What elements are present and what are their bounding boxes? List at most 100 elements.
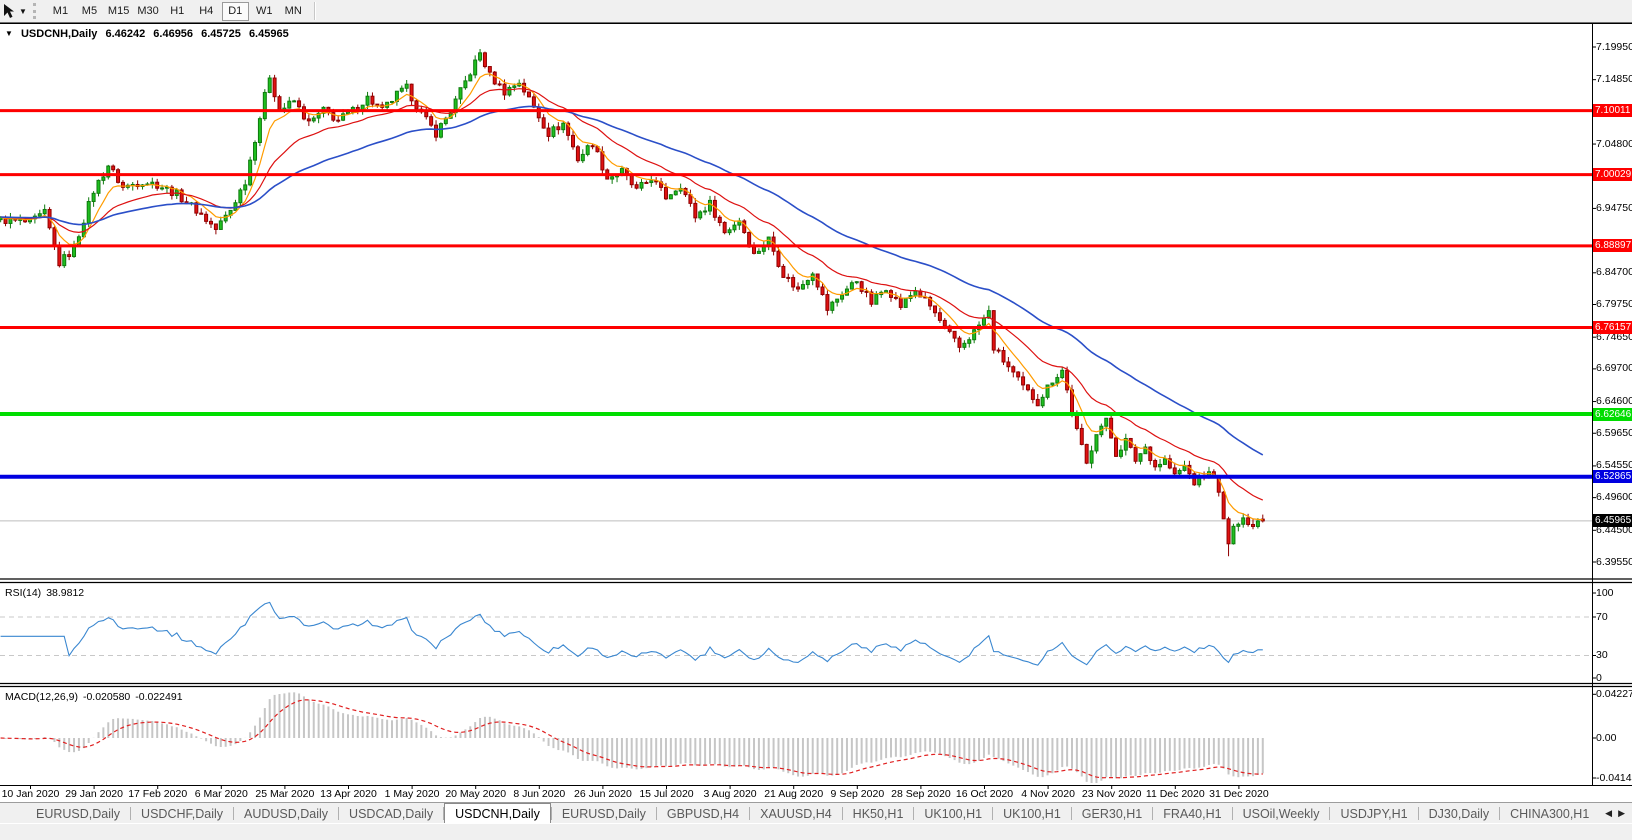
candle-body <box>753 247 756 253</box>
candle-body <box>439 124 442 138</box>
candle-body <box>650 181 653 183</box>
candle-body <box>1105 418 1108 426</box>
candle-body <box>865 291 868 292</box>
tab-eurusd-daily[interactable]: EURUSD,Daily <box>552 804 656 823</box>
chart-tab-bar: EURUSD,DailyUSDCHF,DailyAUDUSD,DailyUSDC… <box>0 802 1632 823</box>
candle-body <box>312 118 315 121</box>
candle-body <box>885 291 888 293</box>
candle-body <box>513 86 516 88</box>
chart-symbol: USDCNH,Daily <box>21 28 97 40</box>
tab-eurusd-daily[interactable]: EURUSD,Daily <box>26 804 130 823</box>
candle-body <box>572 135 575 146</box>
candle-body <box>302 107 305 119</box>
candle-body <box>850 283 853 289</box>
chart-graphics[interactable] <box>0 0 1632 840</box>
tab-ger30-h1[interactable]: GER30,H1 <box>1072 804 1152 823</box>
candle-body <box>1139 454 1142 462</box>
candle-body <box>527 92 530 97</box>
candle-body <box>1154 461 1157 467</box>
candle-body <box>787 277 790 278</box>
candle-body <box>1178 470 1181 473</box>
candle-body <box>1115 438 1118 456</box>
candle-body <box>210 221 213 224</box>
horizontal-lines-layer[interactable] <box>0 111 1592 477</box>
candle-body <box>943 320 946 326</box>
candle-body <box>400 88 403 91</box>
tab-china300-h1[interactable]: CHINA300,H1 <box>1500 804 1599 823</box>
candle-body <box>151 182 154 184</box>
candle-body <box>479 53 482 60</box>
tab-usdchf-daily[interactable]: USDCHF,Daily <box>131 804 233 823</box>
tab-usdcnh-daily[interactable]: USDCNH,Daily <box>444 803 551 823</box>
candle-body <box>733 225 736 230</box>
candle-body <box>1036 399 1039 405</box>
candle-body <box>542 118 545 128</box>
candle-body <box>488 67 491 73</box>
tab-xauusd-h4[interactable]: XAUUSD,H4 <box>750 804 842 823</box>
candle-body <box>239 190 242 203</box>
candle-body <box>273 78 276 97</box>
candle-body <box>782 266 785 277</box>
candle-body <box>214 224 217 229</box>
candle-body <box>43 209 46 213</box>
candle-body <box>1159 464 1162 466</box>
tab-scroll-buttons: ◀ ▶ <box>1596 803 1632 823</box>
candle-body <box>435 125 438 137</box>
candle-body <box>552 127 555 137</box>
candle-body <box>630 175 633 184</box>
candle-body <box>982 318 985 325</box>
candle-body <box>38 214 41 216</box>
symbol-collapse-icon[interactable]: ▼ <box>5 29 13 38</box>
tab-hk50-h1[interactable]: HK50,H1 <box>843 804 914 823</box>
candle-body <box>1222 492 1225 519</box>
tab-usdcad-daily[interactable]: USDCAD,Daily <box>339 804 443 823</box>
candle-body <box>914 291 917 296</box>
candle-body <box>611 177 614 179</box>
tab-audusd-daily[interactable]: AUDUSD,Daily <box>234 804 338 823</box>
candle-body <box>713 200 716 217</box>
candle-body <box>669 195 672 199</box>
candle-body <box>797 287 800 289</box>
candle-body <box>640 182 643 188</box>
tab-dj30-daily[interactable]: DJ30,Daily <box>1419 804 1499 823</box>
candle-body <box>278 97 281 112</box>
tab-usdjpy-h1[interactable]: USDJPY,H1 <box>1330 804 1417 823</box>
candle-body <box>288 101 291 108</box>
candle-body <box>841 295 844 299</box>
tab-scroll-left-icon[interactable]: ◀ <box>1602 806 1615 821</box>
candle-body <box>254 143 257 161</box>
candle-body <box>958 338 961 347</box>
tab-scroll-right-icon[interactable]: ▶ <box>1615 806 1628 821</box>
candle-body <box>1026 385 1029 390</box>
candle-body <box>53 228 56 245</box>
tab-uk100-h1[interactable]: UK100,H1 <box>993 804 1071 823</box>
candle-body <box>63 255 66 266</box>
candle-body <box>249 160 252 185</box>
candle-body <box>1227 519 1230 544</box>
candle-body <box>664 187 667 198</box>
candle-body <box>562 123 565 129</box>
candle-body <box>469 75 472 81</box>
candle-body <box>1252 524 1255 526</box>
candle-body <box>821 287 824 295</box>
candle-body <box>1056 378 1059 384</box>
candle-body <box>366 96 369 105</box>
candle-body <box>425 112 428 117</box>
macd-main-value: -0.020580 <box>83 691 130 703</box>
candle-body <box>934 306 937 313</box>
candle-body <box>1061 370 1064 377</box>
tab-usoil-weekly[interactable]: USOil,Weekly <box>1233 804 1330 823</box>
tab-gbpusd-h4[interactable]: GBPUSD,H4 <box>657 804 749 823</box>
candle-body <box>792 278 795 287</box>
candle-body <box>557 127 560 130</box>
candle-body <box>92 193 95 201</box>
candle-body <box>591 146 594 147</box>
chart-frame <box>0 24 1632 790</box>
candle-body <box>474 60 477 75</box>
tab-uk100-h1[interactable]: UK100,H1 <box>914 804 992 823</box>
candle-body <box>899 298 902 307</box>
candle-body <box>1256 521 1259 527</box>
tab-fra40-h1[interactable]: FRA40,H1 <box>1153 804 1231 823</box>
ohlc-high: 6.46956 <box>153 28 193 40</box>
macd-layer <box>1 692 1263 783</box>
